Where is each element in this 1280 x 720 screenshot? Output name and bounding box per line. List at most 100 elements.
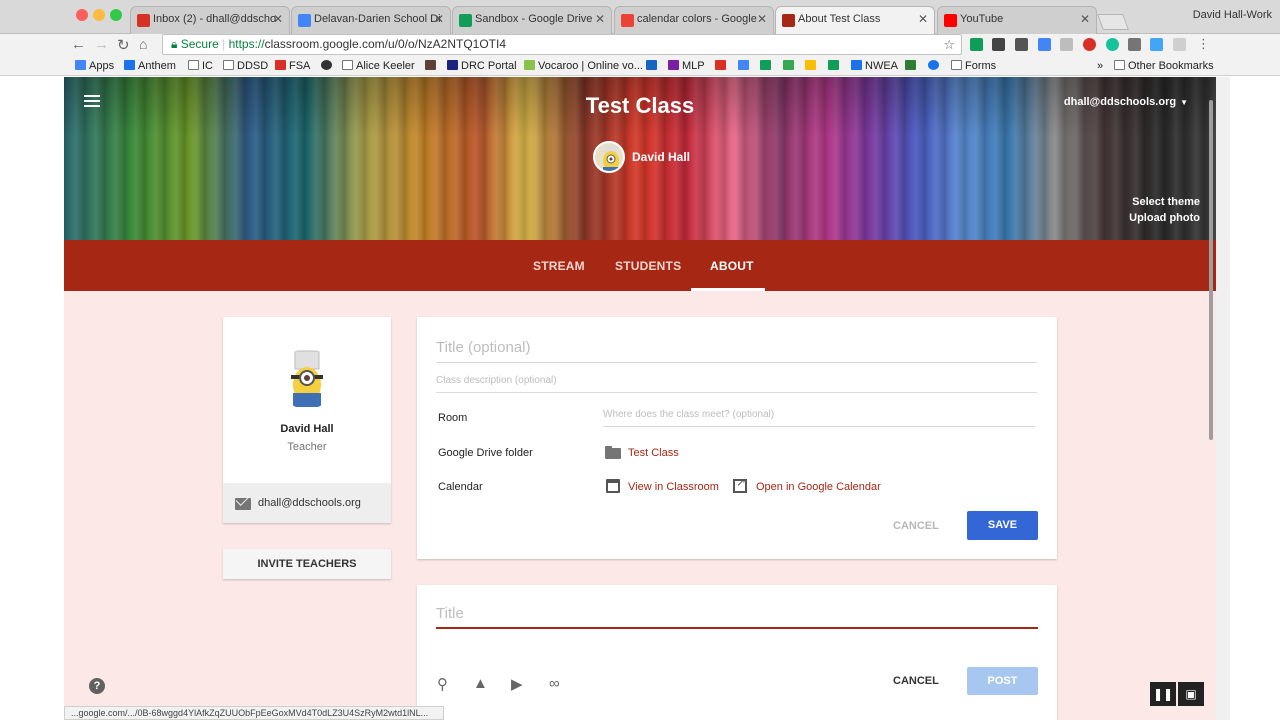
teacher-name: David Hall: [632, 150, 691, 164]
home-icon[interactable]: ⌂: [139, 36, 147, 52]
upload-photo-link[interactable]: Upload photo: [1129, 212, 1200, 224]
cancel-button[interactable]: CANCEL: [893, 675, 939, 687]
browser-tab-delavan[interactable]: Delavan-Darien School Di ✕: [291, 6, 451, 34]
tab-about[interactable]: ABOUT: [710, 259, 754, 273]
tab-close-icon[interactable]: ✕: [273, 12, 283, 26]
bookmark-folder[interactable]: Alice Keeler: [342, 60, 415, 72]
google-drive-icon: [760, 60, 771, 70]
room-input[interactable]: Where does the class meet? (optional): [603, 409, 1035, 427]
cancel-button[interactable]: CANCEL: [893, 520, 939, 532]
browser-tab-youtube[interactable]: YouTube ✕: [937, 6, 1097, 34]
back-arrow-icon[interactable]: ←: [71, 36, 86, 53]
new-tab-button[interactable]: [1097, 14, 1129, 30]
bookmark-item[interactable]: [715, 60, 729, 72]
gmail-icon: [715, 60, 726, 70]
bookmark-item[interactable]: FSA: [275, 60, 310, 72]
folder-icon: [223, 60, 234, 70]
pencil-extension-icon[interactable]: [992, 38, 1005, 51]
address-bar[interactable]: 🔒︎ Secure | https://classroom.google.com…: [162, 34, 962, 55]
announcement-form: Title ⚲ ▲ ▶ ∞ CANCEL POST: [417, 585, 1057, 720]
arrow-extension-icon[interactable]: [1150, 38, 1163, 51]
google-drive-icon[interactable]: ▲: [473, 675, 488, 692]
grammarly-icon[interactable]: [1106, 38, 1119, 51]
tab-title: Inbox (2) - dhall@ddscho: [153, 13, 277, 25]
page-scrollbar[interactable]: [1216, 77, 1230, 720]
bookmark-folder[interactable]: DDSD: [223, 60, 268, 72]
bookmark-item[interactable]: [783, 60, 797, 72]
youtube-icon[interactable]: ▶: [511, 675, 523, 693]
minimize-window-button[interactable]: [93, 9, 105, 21]
bookmark-item[interactable]: Apps: [75, 60, 114, 72]
bookmark-item[interactable]: [425, 60, 439, 72]
bookmark-item[interactable]: [321, 60, 335, 72]
teacher-email-row[interactable]: dhall@ddschools.org: [223, 483, 391, 523]
adblock-icon[interactable]: [1083, 38, 1096, 51]
save-button[interactable]: SAVE: [967, 511, 1038, 540]
bookmark-item[interactable]: [928, 60, 942, 72]
scrollbar-thumb[interactable]: [1209, 100, 1213, 440]
bookmark-item[interactable]: [828, 60, 842, 72]
classroom-page: Test Class David Hall dhall@ddschools.or…: [64, 77, 1216, 720]
view-in-classroom-link[interactable]: View in Classroom: [628, 481, 719, 493]
class-description-input[interactable]: Class description (optional): [436, 375, 1037, 393]
browser-tab-inbox[interactable]: Inbox (2) - dhall@ddscho ✕: [130, 6, 290, 34]
screen-extension-icon[interactable]: [1038, 38, 1051, 51]
link-icon[interactable]: ∞: [549, 675, 560, 692]
vocaroo-icon: [524, 60, 535, 70]
open-in-google-calendar-link[interactable]: Open in Google Calendar: [756, 481, 881, 493]
chrome-menu-icon[interactable]: ⋮: [1197, 36, 1210, 52]
bookmark-folder[interactable]: IC: [188, 60, 213, 72]
browser-profile-name[interactable]: David Hall-Work: [1193, 9, 1272, 21]
tab-close-icon[interactable]: ✕: [918, 12, 928, 26]
tab-close-icon[interactable]: ✕: [595, 12, 605, 26]
bookmark-item[interactable]: Vocaroo | Online vo...: [524, 60, 643, 72]
extension-icon[interactable]: [1060, 38, 1073, 51]
classroom-icon: [782, 14, 795, 27]
camera-extension-icon[interactable]: [1015, 38, 1028, 51]
close-window-button[interactable]: [76, 9, 88, 21]
browser-tab-calendar-colors[interactable]: calendar colors - Google ✕: [614, 6, 774, 34]
select-theme-link[interactable]: Select theme: [1132, 196, 1200, 208]
extension-icon[interactable]: [970, 38, 983, 51]
bookmark-item[interactable]: NWEA: [851, 60, 898, 72]
bookmark-favicon: [425, 60, 436, 70]
tab-title: Delavan-Darien School Di: [314, 13, 441, 25]
tab-close-icon[interactable]: ✕: [434, 12, 444, 26]
bookmark-item[interactable]: [760, 60, 774, 72]
browser-tab-about-test-class[interactable]: About Test Class ✕: [775, 6, 935, 34]
attachment-icon[interactable]: ⚲: [437, 675, 448, 693]
classroom-icon: [783, 60, 794, 70]
folder-icon: [1114, 60, 1125, 70]
announcement-title-input[interactable]: Title: [436, 605, 1038, 629]
bookmarks-overflow-icon[interactable]: »: [1097, 60, 1103, 72]
tab-students[interactable]: STUDENTS: [615, 259, 681, 273]
bookmark-item[interactable]: [738, 60, 752, 72]
class-title-input[interactable]: Title (optional): [436, 339, 1037, 363]
bookmark-star-icon[interactable]: ☆: [943, 35, 955, 54]
reload-icon[interactable]: ↻: [117, 36, 130, 54]
bookmark-item[interactable]: [905, 60, 919, 72]
drive-folder-link[interactable]: Test Class: [628, 447, 679, 459]
bookmark-item[interactable]: [646, 60, 660, 72]
invite-teachers-button[interactable]: INVITE TEACHERS: [223, 549, 391, 579]
tab-stream[interactable]: STREAM: [533, 259, 585, 273]
bookmark-item[interactable]: DRC Portal: [447, 60, 517, 72]
forward-arrow-icon[interactable]: →: [94, 36, 109, 53]
picture-in-picture-icon[interactable]: ▣: [1178, 682, 1204, 706]
bookmark-folder[interactable]: Forms: [951, 60, 996, 72]
other-bookmarks-folder[interactable]: Other Bookmarks: [1114, 60, 1214, 72]
help-icon[interactable]: ?: [89, 678, 105, 694]
bookmark-item[interactable]: [805, 60, 819, 72]
extension-icon[interactable]: [1173, 38, 1186, 51]
bookmark-item[interactable]: Anthem: [124, 60, 176, 72]
extension-icon[interactable]: [1128, 38, 1141, 51]
bookmark-item[interactable]: MLP: [668, 60, 705, 72]
maximize-window-button[interactable]: [110, 9, 122, 21]
tab-close-icon[interactable]: ✕: [757, 12, 767, 26]
browser-tab-drive[interactable]: Sandbox - Google Drive ✕: [452, 6, 612, 34]
post-button[interactable]: POST: [967, 667, 1038, 695]
pause-icon[interactable]: ❚❚: [1150, 682, 1176, 706]
tab-close-icon[interactable]: ✕: [1080, 12, 1090, 26]
bookmark-favicon: [646, 60, 657, 70]
account-menu[interactable]: dhall@ddschools.org ▼: [1064, 96, 1188, 108]
